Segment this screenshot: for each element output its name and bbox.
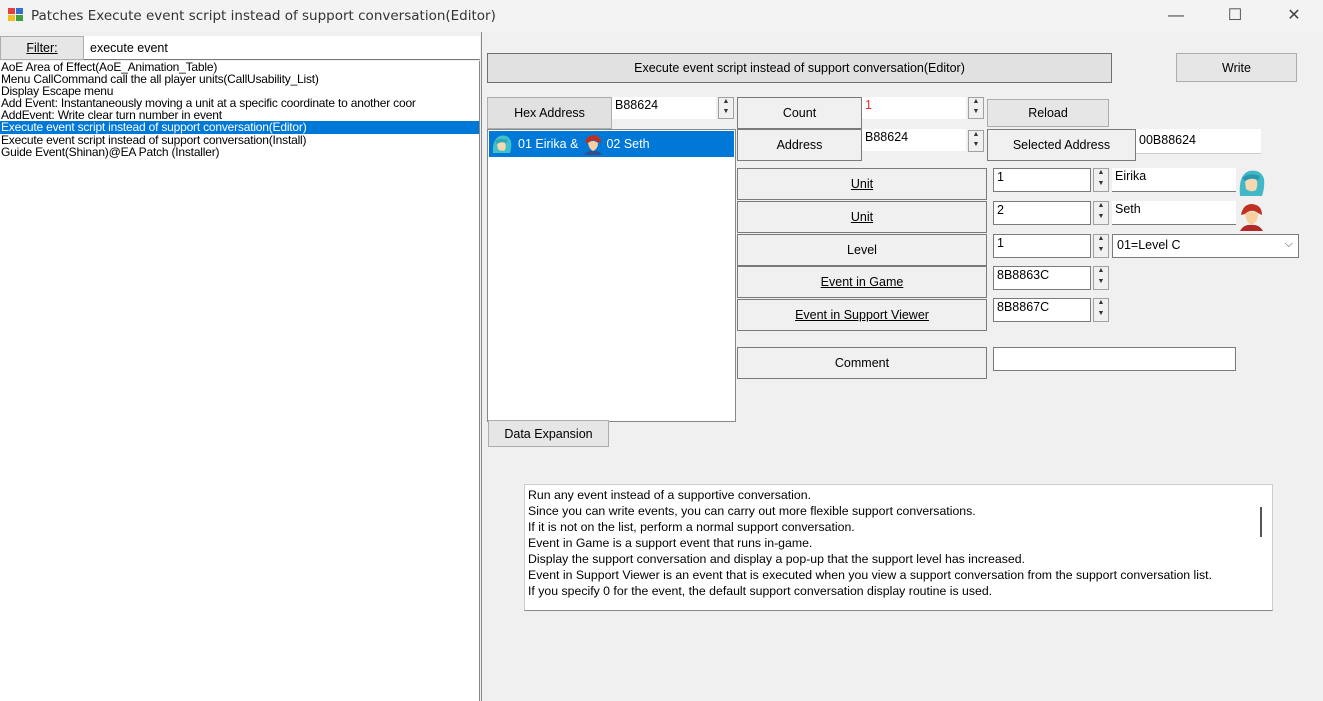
description-line: If you specify 0 for the event, the defa…	[528, 584, 993, 598]
description-box[interactable]: Run any event instead of a supportive co…	[524, 484, 1273, 611]
count-spinner[interactable]: ▲ ▼	[968, 97, 984, 119]
eirika-portrait	[1239, 170, 1265, 196]
filter-input[interactable]: execute event	[84, 36, 480, 60]
chevron-down-icon: ⌵	[1284, 238, 1293, 250]
hex-address-input[interactable]: B88624	[612, 97, 716, 119]
event-support-viewer-box[interactable]: Event in Support Viewer	[737, 299, 987, 331]
patch-list-item[interactable]: Guide Event(Shinan)@EA Patch (Installer)	[0, 146, 479, 158]
count-label: Count	[737, 97, 862, 129]
hex-address-spinner[interactable]: ▲ ▼	[718, 97, 734, 119]
description-line: Event in Game is a support event that ru…	[528, 536, 813, 550]
close-button[interactable]: ✕	[1265, 0, 1323, 32]
patch-header-button[interactable]: Execute event script instead of support …	[487, 53, 1112, 83]
splitter[interactable]	[481, 32, 482, 701]
patch-list-item[interactable]: Execute event script instead of support …	[0, 121, 479, 134]
description-text: Run any event instead of a supportive co…	[525, 485, 1253, 601]
description-line: Since you can write events, you can carr…	[528, 504, 976, 518]
patch-list[interactable]: AoE Area of Effect(AoE_Animation_Table) M…	[0, 61, 480, 701]
level-input[interactable]: 1	[993, 234, 1091, 258]
description-line: If it is not on the list, perform a norm…	[528, 520, 855, 534]
unit1-link[interactable]: Unit	[851, 177, 873, 191]
unit1-name: Eirika	[1112, 168, 1236, 192]
unit2-name: Seth	[1112, 201, 1236, 225]
unit1-input[interactable]: 1	[993, 168, 1091, 192]
unit1-link-box[interactable]: Unit	[737, 168, 987, 200]
event-in-game-box[interactable]: Event in Game	[737, 266, 987, 298]
window-title: Patches Execute event script instead of …	[31, 8, 496, 24]
write-button[interactable]: Write	[1176, 53, 1297, 82]
event-support-viewer-link[interactable]: Event in Support Viewer	[795, 308, 929, 322]
address-input[interactable]: B88624	[862, 129, 966, 151]
unit1-spinner[interactable]: ▲ ▼	[1093, 168, 1109, 192]
level-select[interactable]: 01=Level C ⌵	[1112, 234, 1299, 258]
app-icon	[8, 8, 23, 21]
unit2-link-box[interactable]: Unit	[737, 201, 987, 233]
count-input[interactable]: 1	[862, 97, 966, 119]
description-line: Run any event instead of a supportive co…	[528, 488, 812, 502]
unit2-input[interactable]: 2	[993, 201, 1091, 225]
hex-address-button[interactable]: Hex Address	[487, 97, 612, 129]
selected-address-input[interactable]: 00B88624	[1136, 129, 1261, 154]
event-in-game-input[interactable]: 8B8863C	[993, 266, 1091, 290]
description-line: Event in Support Viewer is an event that…	[528, 568, 1212, 582]
filter-label: Filter:	[26, 41, 58, 55]
title-bar: Patches Execute event script instead of …	[0, 0, 1323, 32]
comment-input[interactable]	[993, 347, 1236, 371]
comment-label: Comment	[737, 347, 987, 379]
selected-address-label: Selected Address	[987, 129, 1136, 161]
support-list-item[interactable]: 01 Eirika & 02 Seth	[489, 131, 734, 157]
patch-list-item[interactable]: Execute event script instead of support …	[0, 134, 479, 146]
address-spinner[interactable]: ▲ ▼	[968, 130, 984, 152]
support-item-first: 01 Eirika &	[518, 137, 579, 151]
level-select-value: 01=Level C	[1117, 238, 1181, 252]
event-support-viewer-input[interactable]: 8B8867C	[993, 298, 1091, 322]
description-scrollbar-thumb[interactable]	[1260, 507, 1262, 537]
unit2-link[interactable]: Unit	[851, 210, 873, 224]
unit2-spinner[interactable]: ▲ ▼	[1093, 201, 1109, 225]
support-item-second: 02 Seth	[606, 137, 650, 151]
minimize-button[interactable]: —	[1147, 0, 1205, 32]
filter-button[interactable]: Filter:	[0, 36, 84, 60]
eirika-portrait-icon	[490, 133, 514, 155]
level-label: Level	[737, 234, 987, 266]
event-in-game-spinner[interactable]: ▲ ▼	[1093, 266, 1109, 290]
support-list[interactable]: 01 Eirika & 02 Seth	[487, 129, 736, 422]
maximize-button[interactable]: ☐	[1206, 0, 1264, 32]
level-spinner[interactable]: ▲ ▼	[1093, 234, 1109, 258]
event-support-viewer-spinner[interactable]: ▲ ▼	[1093, 298, 1109, 322]
data-expansion-button[interactable]: Data Expansion	[488, 420, 609, 447]
reload-button[interactable]: Reload	[987, 99, 1109, 127]
seth-portrait	[1240, 204, 1263, 231]
event-in-game-link[interactable]: Event in Game	[821, 275, 904, 289]
seth-portrait-icon	[581, 133, 606, 155]
description-line: Display the support conversation and dis…	[528, 552, 1025, 566]
address-label: Address	[737, 129, 862, 161]
